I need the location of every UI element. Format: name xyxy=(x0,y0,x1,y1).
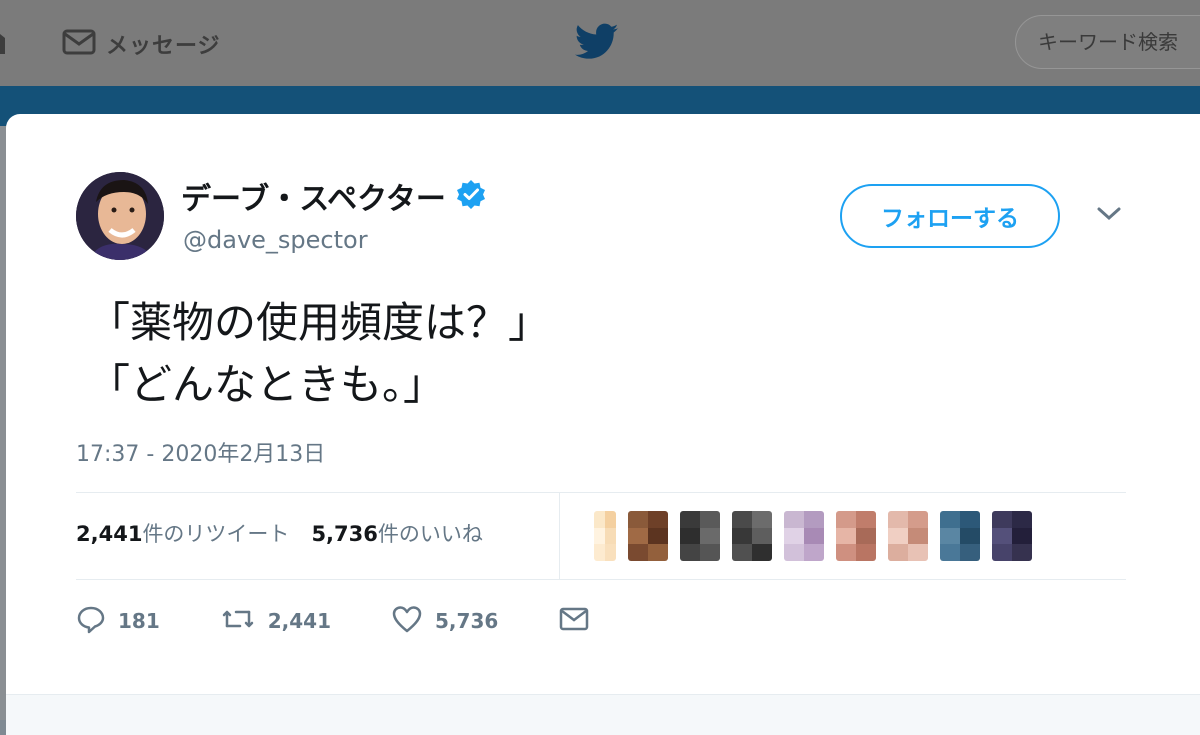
liker-avatar[interactable] xyxy=(680,511,720,561)
retweet-button[interactable]: 2,441 xyxy=(220,604,331,638)
envelope-icon xyxy=(62,28,96,60)
chevron-down-icon[interactable] xyxy=(1096,206,1122,226)
like-stat-link[interactable]: 5,736件のいいね xyxy=(311,518,482,548)
tweet-text-line: 「どんなときも。」 xyxy=(88,360,446,409)
retweet-count: 2,441 xyxy=(267,609,332,633)
liker-avatar[interactable] xyxy=(836,511,876,561)
heart-icon xyxy=(391,604,423,638)
tweet-body: 「薬物の使用頻度は？」 「どんなときも。」 xyxy=(88,292,550,416)
engagement-stats: 2,441件のリツイート 5,736件のいいね xyxy=(76,518,483,548)
envelope-icon xyxy=(558,605,590,637)
tweet-card: デーブ・スペクター @dave_spector フォローする 「薬物の使用頻度は… xyxy=(6,114,1200,735)
author-name-row: デーブ・スペクター xyxy=(181,174,486,218)
tweet-timestamp[interactable]: 17:37 - 2020年2月13日 xyxy=(76,436,325,468)
home-icon[interactable] xyxy=(0,30,6,56)
search-input[interactable] xyxy=(1016,16,1200,68)
liker-avatars xyxy=(594,511,1032,561)
top-navigation-bar: メッセージ xyxy=(0,0,1200,86)
tweet-text-line: 「薬物の使用頻度は？」 xyxy=(88,298,551,347)
liker-avatar[interactable] xyxy=(594,511,616,561)
liker-avatar[interactable] xyxy=(992,511,1032,561)
like-total: 5,736 xyxy=(311,522,378,546)
reply-count: 181 xyxy=(118,609,160,633)
search-box xyxy=(1015,15,1200,69)
author-handle[interactable]: @dave_spector xyxy=(183,226,368,254)
like-stat-label: 件のいいね xyxy=(377,522,483,546)
liker-avatar[interactable] xyxy=(784,511,824,561)
liker-avatar[interactable] xyxy=(888,511,928,561)
liker-avatar[interactable] xyxy=(940,511,980,561)
bird-logo-icon[interactable] xyxy=(575,23,619,65)
follow-button[interactable]: フォローする xyxy=(840,184,1060,248)
divider xyxy=(76,579,1126,580)
like-button[interactable]: 5,736 xyxy=(391,604,498,638)
tweet-actions: 181 2,441 5,736 xyxy=(76,604,650,638)
nav-messages-link[interactable]: メッセージ xyxy=(62,26,221,62)
card-footer xyxy=(6,694,1200,735)
like-count: 5,736 xyxy=(435,609,499,633)
verified-badge-icon xyxy=(456,179,486,213)
nav-messages-label: メッセージ xyxy=(106,34,221,59)
retweet-stat-link[interactable]: 2,441件のリツイート xyxy=(76,518,289,548)
author-display-name[interactable]: デーブ・スペクター xyxy=(181,174,446,218)
reply-button[interactable]: 181 xyxy=(76,604,160,638)
liker-avatar[interactable] xyxy=(628,511,668,561)
avatar[interactable] xyxy=(76,172,164,260)
retweet-icon xyxy=(220,604,256,638)
retweet-total: 2,441 xyxy=(76,522,143,546)
divider xyxy=(76,492,1126,493)
direct-message-button[interactable] xyxy=(558,605,590,637)
retweet-stat-label: 件のリツイート xyxy=(142,522,290,546)
reply-icon xyxy=(76,604,106,638)
liker-avatar[interactable] xyxy=(732,511,772,561)
divider xyxy=(559,493,560,579)
